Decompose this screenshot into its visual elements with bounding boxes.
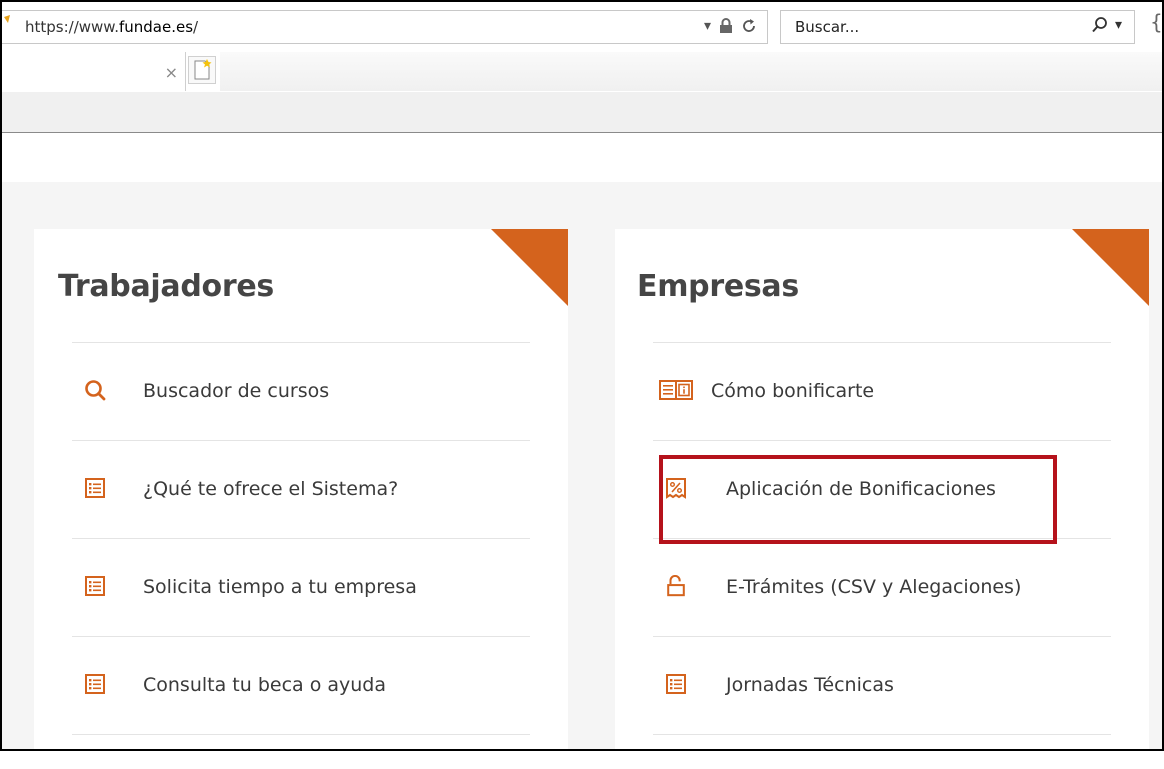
menu-item-label: Consulta tu beca o ayuda [143, 674, 386, 696]
url-field[interactable]: https://www.fundae.es/ ▾ [0, 10, 768, 44]
menu-item-e-tramites[interactable]: E-Trámites (CSV y Alegaciones) [653, 539, 1111, 637]
tab-strip-background [220, 52, 1164, 91]
list-icon [85, 674, 105, 694]
menu-item-que-te-ofrece[interactable]: ¿Qué te ofrece el Sistema? [72, 441, 530, 539]
search-icon[interactable] [1091, 16, 1109, 34]
menu-item-label: Buscador de cursos [143, 380, 330, 402]
section-title-trabajadores: Trabajadores [58, 269, 274, 304]
chevron-down-icon[interactable]: ▾ [1115, 17, 1122, 33]
highlight-box [659, 455, 1057, 544]
page-icon [4, 15, 10, 23]
list-icon [85, 478, 105, 498]
search-placeholder: Buscar... [795, 18, 860, 36]
menu-item-label: Jornadas Técnicas [726, 674, 894, 696]
document-info-icon [659, 380, 693, 400]
url-text: https://www.fundae.es/ [25, 18, 199, 36]
browser-address-bar: https://www.fundae.es/ ▾ Buscar... ▾ { [0, 0, 1164, 52]
search-icon [85, 380, 106, 401]
new-tab-icon [194, 59, 212, 80]
search-field[interactable]: Buscar... ▾ [780, 10, 1135, 44]
dropdown-icon[interactable]: ▾ [704, 18, 711, 34]
corner-accent [1072, 229, 1149, 306]
lock-icon[interactable] [719, 18, 733, 34]
menu-item-label: ¿Qué te ofrece el Sistema? [143, 478, 399, 500]
page-header-band [0, 133, 1164, 182]
menu-item-label: E-Trámites (CSV y Alegaciones) [726, 576, 1022, 598]
browser-tab[interactable]: × [0, 52, 186, 91]
menu-item-label: Cómo bonificarte [711, 380, 875, 402]
trabajadores-card: Trabajadores Buscador de cursos ¿Qué te … [34, 229, 568, 769]
corner-accent [491, 229, 568, 306]
menu-item-buscador-de-cursos[interactable]: Buscador de cursos [72, 342, 530, 441]
tab-strip: × [0, 52, 1164, 92]
menu-item-label: Solicita tiempo a tu empresa [143, 576, 417, 598]
menu-item-jornadas-tecnicas[interactable]: Jornadas Técnicas [653, 637, 1111, 735]
new-tab-button[interactable] [188, 56, 216, 84]
section-title-empresas: Empresas [637, 269, 799, 304]
menu-item-solicita-tiempo[interactable]: Solicita tiempo a tu empresa [72, 539, 530, 637]
refresh-icon[interactable] [741, 18, 757, 34]
trabajadores-menu: Buscador de cursos ¿Qué te ofrece el Sis… [72, 342, 530, 735]
menu-item-consulta-beca[interactable]: Consulta tu beca o ayuda [72, 637, 530, 735]
list-icon [666, 674, 686, 694]
favorites-icon[interactable]: { [1150, 10, 1163, 34]
command-bar [0, 92, 1164, 133]
list-icon [85, 576, 105, 596]
menu-item-como-bonificarte[interactable]: Cómo bonificarte [653, 342, 1111, 441]
unlock-icon [667, 575, 685, 597]
close-tab-icon[interactable]: × [165, 63, 178, 82]
